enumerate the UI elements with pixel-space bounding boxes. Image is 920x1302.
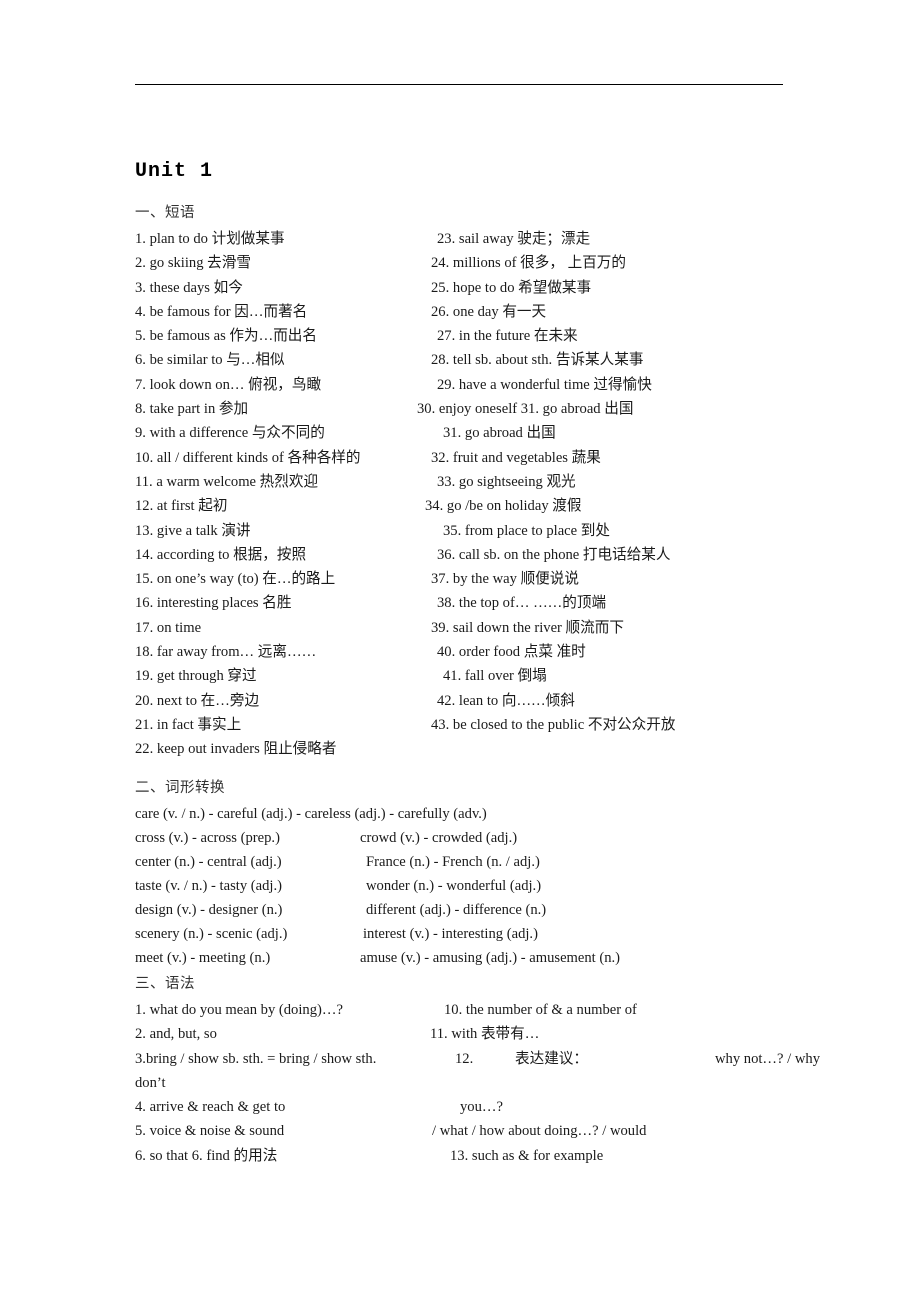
list-item: 13. such as & for example	[450, 1147, 604, 1164]
wordform-left: taste (v. / n.) - tasty (adj.)	[135, 878, 282, 894]
grammar-column-left: 1. what do you mean by (doing)…? 2. and,…	[135, 998, 455, 1168]
list-item: 11. a warm welcome 热烈欢迎	[135, 473, 319, 490]
list-item: 25. hope to do 希望做某事	[431, 279, 592, 296]
wordform-right: different (adj.) - difference (n.)	[366, 902, 547, 918]
list-item: 3.bring / show sb. sth. = bring / show s…	[135, 1050, 377, 1067]
wordform-row: taste (v. / n.) - tasty (adj.) wonder (n…	[135, 874, 795, 898]
list-item: 34. go /be on holiday 渡假	[425, 498, 582, 515]
wordform-row: scenery (n.) - scenic (adj.) interest (v…	[135, 922, 795, 946]
phrase-column-left: 1. plan to do 计划做某事 2. go skiing 去滑雪 3. …	[135, 227, 435, 762]
list-item: 35. from place to place 到处	[443, 522, 610, 539]
list-item: 5. be famous as 作为…而出名	[135, 328, 317, 345]
grammar-spacer	[430, 1071, 800, 1095]
wordform-row: center (n.) - central (adj.) France (n.)…	[135, 850, 795, 874]
wordform-row: meet (v.) - meeting (n.) amuse (v.) - am…	[135, 946, 795, 970]
list-item: 4. be famous for 因…而著名	[135, 303, 308, 320]
list-item: 39. sail down the river 顺流而下	[431, 619, 624, 636]
list-item: 23. sail away 驶走；漂走	[437, 231, 591, 247]
list-item: / what / how about doing…? / would	[432, 1123, 647, 1140]
list-item: 42. lean to 向……倾斜	[437, 692, 575, 709]
wordform-left: meet (v.) - meeting (n.)	[135, 950, 271, 966]
list-item: 15. on one’s way (to) 在…的路上	[135, 571, 336, 588]
list-item: 33. go sightseeing 观光	[437, 473, 576, 490]
list-item: 36. call sb. on the phone 打电话给某人	[437, 546, 671, 563]
wordform-row: cross (v.) - across (prep.) crowd (v.) -…	[135, 826, 795, 850]
document-content: Unit 1 一、短语 1. plan to do 计划做某事 2. go sk…	[135, 160, 820, 1168]
wordform-right: crowd (v.) - crowded (adj.)	[360, 830, 518, 846]
list-item: 4. arrive & reach & get to	[135, 1099, 286, 1116]
phrase-list: 1. plan to do 计划做某事 2. go skiing 去滑雪 3. …	[135, 227, 795, 757]
section-heading-phrases: 一、短语	[135, 205, 195, 221]
wordform-left: design (v.) - designer (n.)	[135, 902, 283, 918]
list-item: 7. look down on… 俯视，鸟瞰	[135, 376, 322, 393]
list-item: 13. give a talk 演讲	[135, 522, 251, 539]
list-item: 32. fruit and vegetables 蔬果	[431, 449, 601, 466]
wordform-right: interest (v.) - interesting (adj.)	[363, 926, 538, 942]
grammar-item-number: 12.	[455, 1050, 474, 1067]
grammar-item-tail: why not…? / why	[715, 1050, 820, 1067]
phrase-column-right: 23. sail away 驶走；漂走 24. millions of 很多， …	[417, 227, 795, 737]
grammar-column-right: 10. the number of & a number of 11. with…	[430, 998, 820, 1168]
list-item: 43. be closed to the public 不对公众开放	[431, 716, 676, 733]
list-item: 26. one day 有一天	[431, 303, 547, 320]
list-item: 24. millions of 很多， 上百万的	[431, 255, 626, 272]
list-item: 5. voice & noise & sound	[135, 1123, 285, 1140]
list-item: 40. order food 点菜 准时	[437, 644, 586, 661]
list-item: 12. 表达建议： why not…? / why	[430, 1047, 820, 1071]
list-item: 41. fall over 倒塌	[443, 668, 547, 685]
list-item: 31. go abroad 出国	[443, 425, 556, 442]
wordform-left: cross (v.) - across (prep.)	[135, 830, 280, 846]
list-item: don’t	[135, 1074, 166, 1091]
list-item: 1. what do you mean by (doing)…?	[135, 1002, 343, 1018]
wordform-left: center (n.) - central (adj.)	[135, 854, 282, 870]
list-item: 3. these days 如今	[135, 279, 243, 296]
section-heading-wordform: 二、词形转换	[135, 780, 225, 796]
list-item: 2. and, but, so	[135, 1026, 217, 1043]
wordform-row-full: care (v. / n.) - careful (adj.) - carele…	[135, 806, 487, 822]
list-item: 1. plan to do 计划做某事	[135, 231, 285, 247]
list-item: 37. by the way 顺便说说	[431, 571, 579, 588]
list-item: 29. have a wonderful time 过得愉快	[437, 376, 652, 393]
list-item: 6. so that 6. find 的用法	[135, 1147, 278, 1164]
list-item: 10. all / different kinds of 各种各样的	[135, 449, 361, 466]
list-item: 14. according to 根据，按照	[135, 546, 307, 563]
header-rule	[135, 84, 783, 85]
grammar-grid: 1. what do you mean by (doing)…? 2. and,…	[135, 998, 820, 1168]
list-item: 9. with a difference 与众不同的	[135, 425, 325, 442]
list-item: 12. at first 起初	[135, 498, 228, 515]
wordform-left: scenery (n.) - scenic (adj.)	[135, 926, 288, 942]
list-item: 17. on time	[135, 619, 202, 636]
list-item: 20. next to 在…旁边	[135, 692, 260, 709]
wordform-right: France (n.) - French (n. / adj.)	[366, 854, 540, 870]
list-item: 19. get through 穿过	[135, 668, 257, 685]
page-title: Unit 1	[135, 160, 214, 183]
wordform-right: amuse (v.) - amusing (adj.) - amusement …	[360, 950, 621, 966]
list-item: 16. interesting places 名胜	[135, 595, 292, 612]
grammar-item-label: 表达建议：	[515, 1050, 588, 1067]
wordform-section: 二、词形转换 care (v. / n.) - careful (adj.) -…	[135, 776, 795, 970]
section-heading-grammar: 三、语法	[135, 976, 195, 992]
list-item: 27. in the future 在未来	[437, 328, 578, 345]
list-item: you…?	[460, 1099, 503, 1116]
list-item: 18. far away from… 远离……	[135, 644, 317, 661]
list-item: 8. take part in 参加	[135, 401, 249, 418]
list-item: 38. the top of… ……的顶端	[437, 595, 607, 612]
list-item: 28. tell sb. about sth. 告诉某人某事	[431, 352, 644, 369]
list-item: 21. in fact 事实上	[135, 716, 242, 733]
list-item: 22. keep out invaders 阻止侵略者	[135, 741, 337, 758]
list-item: 2. go skiing 去滑雪	[135, 255, 251, 272]
wordform-right: wonder (n.) - wonderful (adj.)	[366, 878, 542, 894]
wordform-row: design (v.) - designer (n.) different (a…	[135, 898, 795, 922]
list-item: 30. enjoy oneself 31. go abroad 出国	[417, 401, 634, 418]
list-item: 11. with 表带有…	[430, 1026, 540, 1043]
document-page: Unit 1 一、短语 1. plan to do 计划做某事 2. go sk…	[0, 0, 920, 1302]
list-item: 10. the number of & a number of	[444, 1002, 637, 1018]
grammar-section: 三、语法 1. what do you mean by (doing)…? 2.…	[135, 972, 820, 1168]
list-item: 6. be similar to 与…相似	[135, 352, 285, 369]
